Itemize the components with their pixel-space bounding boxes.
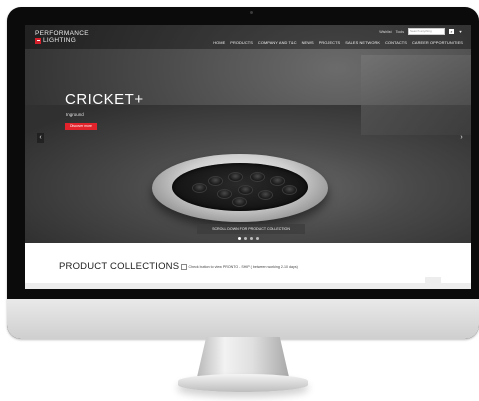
led-lens (250, 172, 265, 182)
monitor-stand (197, 337, 289, 377)
section-divider (25, 283, 471, 289)
slider-dot[interactable] (250, 237, 253, 240)
led-lens (258, 190, 273, 200)
slider-dot[interactable] (238, 237, 241, 240)
hero-slider: PERFORMANCE LIGHTING Wishlist Tools Sear… (25, 25, 471, 243)
slider-dot[interactable] (256, 237, 259, 240)
scroll-hint-button[interactable]: SCROLL DOWN FOR PRODUCT COLLECTION (197, 224, 305, 234)
website-screen: PERFORMANCE LIGHTING Wishlist Tools Sear… (25, 25, 471, 289)
discover-more-button[interactable]: Discover more (65, 123, 97, 130)
led-lens (228, 172, 243, 182)
nav-sales-network[interactable]: SALES NETWORK (345, 40, 380, 45)
slider-prev-icon[interactable]: ‹ (37, 133, 44, 143)
led-lens (282, 185, 297, 195)
led-lens (238, 185, 253, 195)
main-menu: HOME PRODUCTS COMPANY AND T&C NEWS PROJE… (213, 40, 463, 45)
brand-mark-icon (35, 37, 41, 44)
webcam (250, 11, 253, 14)
utility-bar: Wishlist Tools Search anything ⌕ ♥ (379, 28, 463, 35)
led-lens (208, 176, 223, 186)
slider-dot[interactable] (244, 237, 247, 240)
pronto-ship-filter[interactable]: Check button to view PRONTO - SHIP ( bet… (181, 264, 298, 270)
search-input[interactable]: Search anything (408, 28, 445, 35)
monitor-frame: PERFORMANCE LIGHTING Wishlist Tools Sear… (7, 7, 479, 339)
brand-line-2: LIGHTING (43, 37, 77, 44)
brand-line-1: PERFORMANCE (35, 30, 89, 37)
brand-logo[interactable]: PERFORMANCE LIGHTING (35, 30, 89, 44)
nav-projects[interactable]: PROJECTS (319, 40, 341, 45)
led-lens (232, 197, 247, 207)
pronto-ship-checkbox[interactable] (181, 264, 187, 270)
hero-wall (361, 55, 471, 135)
nav-news[interactable]: NEWS (302, 40, 314, 45)
product-collections-title: PRODUCT COLLECTIONS (59, 261, 180, 272)
hero-subtitle: Inground (66, 112, 84, 117)
nav-home[interactable]: HOME (213, 40, 225, 45)
product-image-inground-light (152, 154, 328, 222)
product-collections-section: PRODUCT COLLECTIONS Check button to view… (25, 243, 471, 289)
product-lens-area (172, 163, 308, 211)
monitor-base (178, 374, 308, 392)
wishlist-heart-icon[interactable]: ♥ (458, 29, 463, 34)
nav-careers[interactable]: CAREER OPPORTUNITIES (412, 40, 463, 45)
nav-contacts[interactable]: CONTACTS (385, 40, 407, 45)
nav-company[interactable]: COMPANY AND T&C (258, 40, 297, 45)
nav-products[interactable]: PRODUCTS (230, 40, 253, 45)
led-lens (217, 189, 232, 199)
slider-pagination (238, 237, 259, 240)
hero-title: CRICKET+ (65, 91, 144, 108)
wishlist-link[interactable]: Wishlist (379, 30, 391, 34)
slider-next-icon[interactable]: › (458, 133, 465, 143)
monitor-chin (7, 299, 479, 339)
tools-link[interactable]: Tools (396, 30, 404, 34)
search-icon[interactable]: ⌕ (449, 29, 454, 34)
led-lens (192, 183, 207, 193)
top-navigation-bar: PERFORMANCE LIGHTING Wishlist Tools Sear… (25, 25, 471, 49)
pronto-ship-label: Check button to view PRONTO - SHIP ( bet… (188, 264, 298, 269)
led-lens (270, 176, 285, 186)
